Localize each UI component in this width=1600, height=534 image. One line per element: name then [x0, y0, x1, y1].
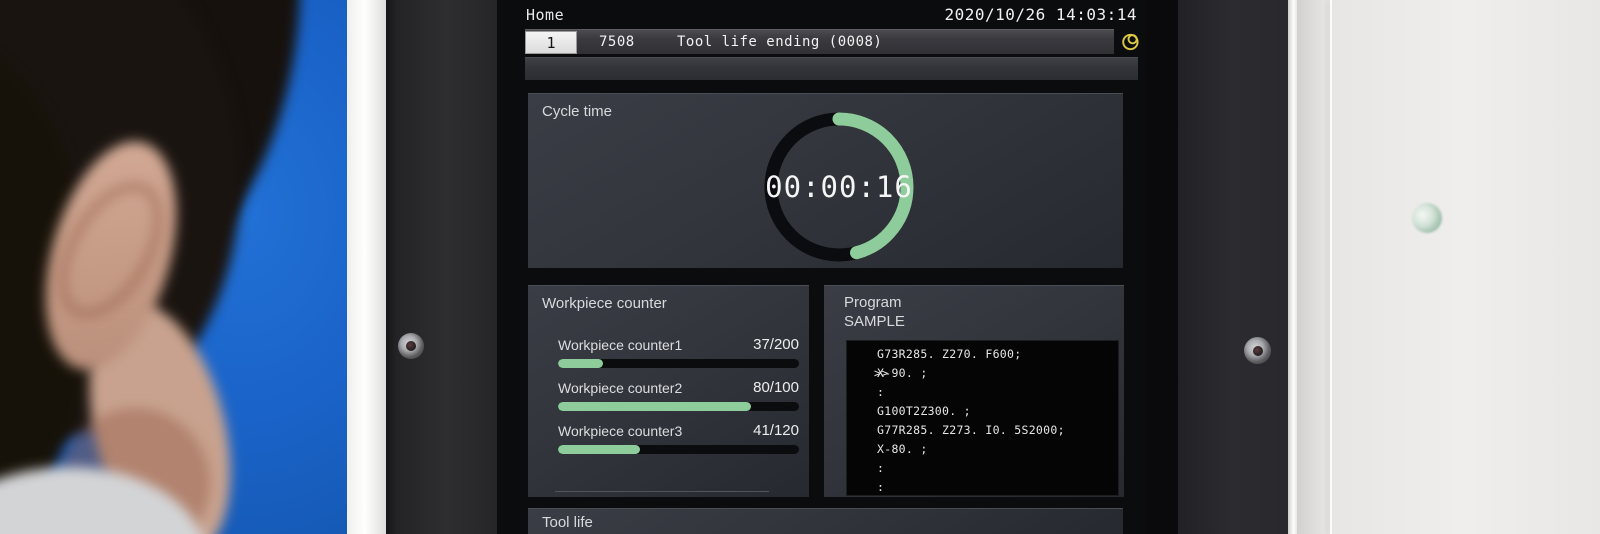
cursor-marker [847, 459, 877, 478]
cursor-marker [847, 421, 877, 440]
wall-strip [347, 0, 386, 534]
cursor-marker [847, 345, 877, 364]
glass-door-knob [1412, 203, 1442, 233]
counter2-bar [558, 402, 799, 411]
gcode-line: : [847, 459, 1118, 478]
cnc-control-screen: Home 2020/10/26 14:03:14 1 7508 Tool lif… [497, 0, 1145, 534]
monitor-frame-right [1145, 0, 1178, 534]
program-name: SAMPLE [844, 313, 905, 330]
alarm-index-badge: 1 [525, 31, 577, 54]
gcode-viewer: G73R285. Z270. F600; >> X-90. ; : G100T2… [846, 340, 1119, 496]
cycle-time-value: 00:00:16 [759, 107, 919, 267]
counter1-label: Workpiece counter1 [558, 337, 682, 353]
alarm-code: 7508 [599, 34, 663, 50]
machine-door-edge [1288, 0, 1297, 534]
gcode-line: G73R285. Z270. F600; [847, 345, 1118, 364]
alarm-row-empty[interactable] [525, 57, 1138, 80]
workpiece-counter-panel[interactable]: Workpiece counter Workpiece counter1 37/… [528, 285, 809, 497]
tool-life-panel[interactable]: Tool life [528, 508, 1123, 534]
counter3-label: Workpiece counter3 [558, 423, 682, 439]
cycle-time-label: Cycle time [542, 103, 612, 120]
gcode-line: G77R285. Z273. I0. 5S2000; [847, 421, 1118, 440]
workpiece-counter-heading: Workpiece counter [542, 295, 667, 312]
gcode-line: : [847, 478, 1118, 497]
cycle-time-panel[interactable]: Cycle time 00:00:16 [528, 93, 1123, 268]
counter1-bar [558, 359, 799, 368]
gcode-line: >> X-90. ; [847, 364, 1118, 383]
datetime-display: 2020/10/26 14:03:14 [944, 5, 1137, 24]
door-seam [1330, 0, 1332, 534]
monitor-bezel-right [1178, 0, 1288, 534]
cursor-marker: >> [847, 364, 877, 383]
cursor-marker [847, 383, 877, 402]
counter2-value: 80/100 [753, 379, 799, 396]
gcode-line: : [847, 383, 1118, 402]
bezel-screw-icon [1244, 337, 1271, 364]
machine-door-panel [1297, 0, 1600, 534]
cursor-marker [847, 478, 877, 497]
gcode-line: G100T2Z300. ; [847, 402, 1118, 421]
alarm-message-row[interactable]: 1 7508 Tool life ending (0008) [525, 29, 1114, 54]
panel-divider [555, 491, 769, 492]
gcode-line: X-80. ; [847, 440, 1118, 459]
counter3-bar [558, 445, 799, 454]
alarm-coil-icon [1121, 30, 1141, 52]
counter3-value: 41/120 [753, 422, 799, 439]
program-panel[interactable]: Program SAMPLE G73R285. Z270. F600; >> X… [824, 285, 1124, 497]
bezel-screw-icon [398, 333, 424, 359]
photo-background-blue [0, 0, 347, 534]
cycle-progress-ring: 00:00:16 [759, 107, 919, 267]
tool-life-heading: Tool life [542, 514, 593, 531]
counter2-label: Workpiece counter2 [558, 380, 682, 396]
monitor-bezel-left [386, 0, 497, 534]
alarm-message: Tool life ending (0008) [677, 34, 882, 50]
cursor-marker [847, 402, 877, 421]
photo-of-operator-at-control-panel: Home 2020/10/26 14:03:14 1 7508 Tool lif… [0, 0, 1600, 534]
cursor-marker [847, 440, 877, 459]
counter1-value: 37/200 [753, 336, 799, 353]
page-title: Home [526, 6, 564, 24]
program-heading: Program [844, 294, 902, 311]
